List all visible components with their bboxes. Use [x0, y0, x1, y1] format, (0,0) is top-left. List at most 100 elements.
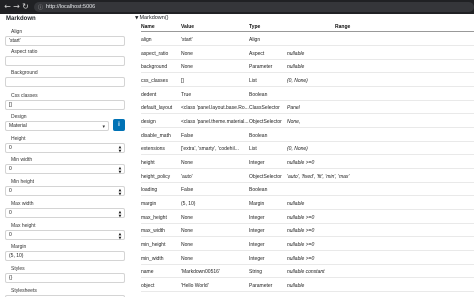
height-value: 0	[9, 145, 12, 151]
cell-value: <class 'panel.theme.material....	[181, 119, 249, 125]
table-row: dedent True Boolean	[141, 89, 474, 101]
cell-name: design	[141, 119, 156, 125]
field-margin: Margin (5, 10)	[5, 244, 125, 261]
back-arrow-icon[interactable]: ←	[3, 1, 12, 13]
min-width-input[interactable]: 0 ▲ ▼	[5, 164, 125, 174]
cell-type: Boolean	[249, 133, 268, 139]
row-divider	[141, 195, 474, 196]
cell-type: ObjectSelector	[249, 174, 282, 180]
row-divider	[141, 264, 474, 265]
aspect-ratio-input[interactable]	[5, 56, 125, 66]
cell-name: min_width	[141, 256, 164, 262]
cell-range: 'auto', 'fixed', 'fit', 'min', 'max'	[287, 174, 350, 180]
address-bar[interactable]: ⓘ http://localhost:5006	[34, 2, 474, 12]
section-title: Markdown()	[139, 15, 169, 21]
css-classes-input[interactable]: []	[5, 100, 125, 110]
cell-range: nullable >=0	[287, 160, 315, 166]
row-divider	[141, 59, 474, 60]
row-divider	[141, 86, 474, 87]
field-max-width: Max width 0 ▲ ▼	[5, 201, 125, 218]
table-row: default_layout <class 'panel.layout.base.…	[141, 102, 474, 114]
styles-input[interactable]: {}	[5, 273, 125, 283]
cell-name: name	[141, 269, 154, 275]
table-row: min_height None Integer nullable >=0	[141, 239, 474, 251]
cell-range: nullable	[287, 201, 305, 207]
row-divider	[141, 45, 474, 46]
design-select[interactable]: Material ▾	[5, 121, 109, 131]
spinner-icon[interactable]: ▲ ▼	[118, 145, 122, 153]
table-row: disable_math False Boolean	[141, 130, 474, 142]
cell-range: nullable	[287, 51, 305, 57]
cell-range: nullable >=0	[287, 256, 315, 262]
field-label: Height	[11, 136, 26, 142]
align-input[interactable]: 'start'	[5, 36, 125, 46]
cell-value: None	[181, 160, 193, 166]
field-min-height: Min height 0 ▲ ▼	[5, 179, 125, 196]
row-divider	[141, 209, 474, 210]
background-input[interactable]	[5, 77, 125, 87]
cell-type: Boolean	[249, 187, 268, 193]
cell-type: Integer	[249, 215, 265, 221]
max-height-value: 0	[9, 232, 12, 238]
cell-value: None	[181, 64, 193, 70]
info-icon[interactable]: ⓘ	[38, 4, 43, 11]
field-label: Min height	[11, 179, 35, 185]
cell-range: nullable	[287, 283, 305, 289]
table-row: object 'Hello World' Parameter nullable	[141, 280, 474, 292]
field-background: Background	[5, 70, 125, 87]
height-input[interactable]: 0 ▲ ▼	[5, 143, 125, 153]
spinner-icon[interactable]: ▲ ▼	[118, 232, 122, 240]
max-height-input[interactable]: 0 ▲ ▼	[5, 230, 125, 240]
spinner-icon[interactable]: ▲ ▼	[118, 166, 122, 174]
design-info-button[interactable]: i	[113, 119, 125, 131]
field-styles: Styles {}	[5, 266, 125, 283]
col-type-header: Type	[249, 24, 261, 30]
min-height-input[interactable]: 0 ▲ ▼	[5, 186, 125, 196]
cell-name: height_policy	[141, 174, 171, 180]
row-divider	[141, 250, 474, 251]
field-label: Max height	[11, 223, 36, 229]
field-label: Aspect ratio	[11, 49, 38, 55]
table-row: aspect_ratio None Aspect nullable	[141, 48, 474, 60]
table-row: max_width None Integer nullable >=0	[141, 225, 474, 237]
cell-name: disable_math	[141, 133, 171, 139]
cell-name: align	[141, 37, 152, 43]
cell-range: None,	[287, 119, 301, 125]
cell-type: Integer	[249, 228, 265, 234]
spinner-icon[interactable]: ▲ ▼	[118, 188, 122, 196]
field-css-classes: Css classes []	[5, 93, 125, 110]
cell-type: ObjectSelector	[249, 119, 282, 125]
cell-name: margin	[141, 201, 157, 207]
min-height-value: 0	[9, 188, 12, 194]
cell-name: height	[141, 160, 155, 166]
forward-arrow-icon[interactable]: →	[12, 1, 21, 13]
cell-value: 'auto'	[181, 174, 193, 180]
section-toggle[interactable]: ▼Markdown()	[135, 15, 169, 21]
min-width-value: 0	[9, 166, 12, 172]
max-width-input[interactable]: 0 ▲ ▼	[5, 208, 125, 218]
design-select-value: Material	[9, 123, 27, 129]
cell-name: max_height	[141, 215, 167, 221]
table-row: extensions ['extra', 'smarty', 'codehil..…	[141, 143, 474, 155]
cell-range: nullable >=0	[287, 228, 315, 234]
cell-type: Align	[249, 37, 261, 43]
field-label: Align	[11, 29, 23, 35]
cell-range: (0, None)	[287, 146, 308, 152]
row-divider	[141, 236, 474, 237]
cell-value: 'Markdown00516'	[181, 269, 220, 275]
table-row: margin (5, 10) Margin nullable	[141, 198, 474, 210]
field-design: Design Material ▾	[5, 114, 109, 131]
field-label: Styles	[11, 266, 25, 272]
cell-type: List	[249, 78, 257, 84]
reload-icon[interactable]: ↻	[21, 1, 30, 13]
spinner-icon[interactable]: ▲ ▼	[118, 210, 122, 218]
cell-type: Margin	[249, 201, 265, 207]
cell-type: List	[249, 146, 257, 152]
row-divider	[141, 168, 474, 169]
margin-input[interactable]: (5, 10)	[5, 251, 125, 261]
field-max-height: Max height 0 ▲ ▼	[5, 223, 125, 240]
url-text: http://localhost:5006	[46, 4, 96, 10]
cell-value: ['extra', 'smarty', 'codehil...	[181, 146, 239, 152]
table-row: loading False Boolean	[141, 184, 474, 196]
col-range-header: Range	[335, 24, 351, 30]
